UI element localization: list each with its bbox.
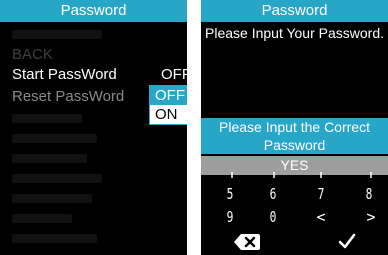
checkmark-icon[interactable] [338, 232, 356, 250]
keypad-key-6[interactable]: 6 [262, 185, 285, 203]
password-prompt: Please Input Your Password. [205, 25, 385, 41]
alert-message-line-2: Password [263, 137, 326, 153]
faint-menu-row [12, 234, 97, 243]
keypad-key-left[interactable]: < [306, 208, 336, 226]
keypad-key-0[interactable]: 0 [262, 208, 285, 226]
right-header-title: Password [201, 0, 388, 22]
keypad-key-9[interactable]: 9 [219, 208, 242, 226]
start-password-menu-item[interactable]: Start PassWord [12, 66, 117, 83]
keypad-key-partial [360, 172, 383, 178]
start-password-value: OFF [161, 66, 187, 83]
left-header-title: Password [0, 0, 187, 22]
back-menu-item[interactable]: BACK [12, 46, 53, 63]
keypad-key-8[interactable]: 8 [358, 185, 381, 203]
keypad-key-5[interactable]: 5 [219, 185, 242, 203]
password-menu-screen: Password BACK Start PassWord OFF Reset P… [0, 0, 187, 255]
password-entry-screen: Password Please Input Your Password. Ple… [201, 0, 388, 255]
keypad-key-right[interactable]: > [356, 208, 386, 226]
faint-menu-row [12, 174, 102, 183]
faint-menu-row [12, 214, 72, 223]
faint-menu-row [12, 134, 97, 143]
keypad-key-partial [310, 172, 333, 178]
keypad-key-partial [221, 172, 244, 178]
keypad-key-partial [263, 172, 286, 178]
keypad-key-7[interactable]: 7 [310, 185, 333, 203]
password-toggle-dropdown[interactable]: OFF ON [149, 85, 187, 125]
faint-menu-row [12, 194, 92, 203]
faint-menu-row [12, 30, 102, 39]
faint-menu-row [12, 154, 87, 163]
dropdown-option-on[interactable]: ON [150, 105, 187, 124]
alert-message-line-1: Please Input the Correct [219, 119, 370, 135]
backspace-icon[interactable] [234, 234, 260, 250]
dropdown-option-off[interactable]: OFF [150, 86, 187, 105]
incorrect-password-alert: Please Input the Correct Password [201, 118, 388, 154]
faint-menu-row [12, 114, 82, 123]
reset-password-menu-item[interactable]: Reset PassWord [12, 88, 124, 105]
